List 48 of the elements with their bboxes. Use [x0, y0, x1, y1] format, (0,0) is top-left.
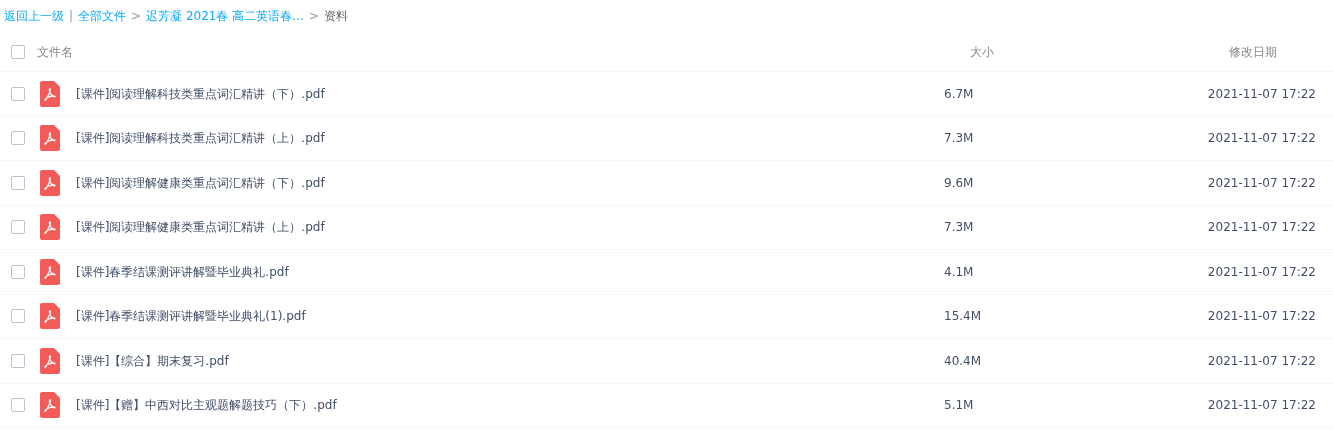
breadcrumb-separator: >: [308, 8, 319, 25]
modified-date: 2021-11-07 17:22: [1206, 352, 1317, 370]
row-checkbox[interactable]: [11, 309, 25, 324]
pdf-file-icon: [40, 347, 60, 374]
file-size: 5.1M: [944, 397, 975, 415]
row-checkbox[interactable]: [11, 264, 25, 279]
column-header[interactable]: 大小: [959, 42, 1109, 61]
file-name-link[interactable]: [课件]【赠】中西对比主观题解题技巧（下）.pdf: [76, 396, 944, 415]
file-name-link[interactable]: [课件]阅读理解科技类重点词汇精讲（上）.pdf: [76, 129, 944, 148]
pdf-file-icon: [40, 169, 60, 196]
file-name-link[interactable]: [课件]阅读理解科技类重点词汇精讲（下）.pdf: [76, 84, 944, 103]
breadcrumb-separator: |: [69, 8, 74, 25]
file-size: 40.4M: [944, 352, 983, 370]
file-name-link[interactable]: [课件]春季结课测评讲解暨毕业典礼.pdf: [76, 262, 944, 281]
modified-date: 2021-11-07 17:22: [1206, 174, 1317, 192]
file-size: 6.7M: [944, 85, 975, 103]
breadcrumb-current: 资料: [323, 8, 348, 25]
pdf-file-icon: [40, 214, 60, 241]
pdf-file-icon: [40, 392, 60, 419]
file-name-link[interactable]: [课件]阅读理解健康类重点词汇精讲（上）.pdf: [76, 218, 944, 237]
pdf-file-icon: [40, 80, 60, 107]
modified-date: 2021-11-07 17:22: [1206, 130, 1317, 148]
file-size: 4.1M: [944, 263, 975, 281]
column-header[interactable]: 修改日期: [1109, 42, 1333, 61]
pdf-file-icon: [40, 258, 60, 285]
modified-date: 2021-11-07 17:22: [1206, 263, 1317, 281]
file-name-link[interactable]: [课件]【综合】期末复习.pdf: [76, 351, 944, 370]
select-all-checkbox[interactable]: [11, 44, 25, 59]
row-checkbox[interactable]: [11, 398, 25, 413]
file-size: 7.3M: [944, 130, 975, 148]
row-checkbox[interactable]: [11, 353, 25, 368]
file-size: 9.6M: [944, 174, 975, 192]
pdf-file-icon: [40, 125, 60, 152]
row-checkbox[interactable]: [11, 131, 25, 146]
row-checkbox[interactable]: [11, 220, 25, 235]
row-checkbox[interactable]: [11, 175, 25, 190]
modified-date: 2021-11-07 17:22: [1206, 397, 1317, 415]
modified-date: 2021-11-07 17:22: [1206, 219, 1317, 237]
file-size: 15.4M: [944, 308, 983, 326]
breadcrumb-separator: >: [131, 8, 142, 25]
modified-date: 2021-11-07 17:22: [1206, 85, 1317, 103]
pdf-file-icon: [40, 303, 60, 330]
file-name-link[interactable]: [课件]阅读理解健康类重点词汇精讲（下）.pdf: [76, 173, 944, 192]
modified-date: 2021-11-07 17:22: [1206, 308, 1317, 326]
file-size: 7.3M: [944, 219, 975, 237]
file-name-link[interactable]: [课件]春季结课测评讲解暨毕业典礼(1).pdf: [76, 307, 944, 326]
column-header[interactable]: 文件名: [37, 42, 959, 61]
row-checkbox[interactable]: [11, 86, 25, 101]
